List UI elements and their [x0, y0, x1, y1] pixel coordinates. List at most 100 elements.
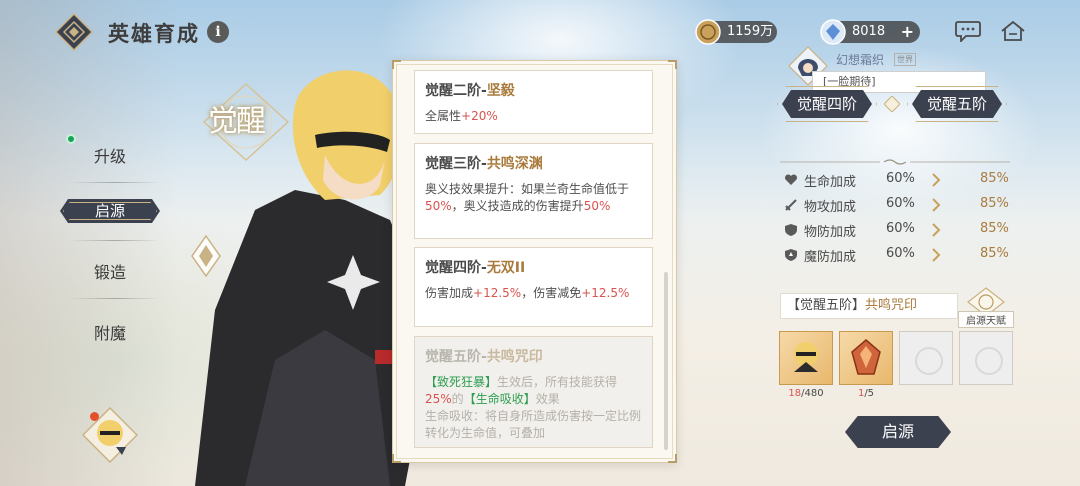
- shield-icon: [785, 224, 797, 236]
- awakening-card: 觉醒四阶-无双II 伤害加成+12.5%，伤害减免+12.5%: [414, 247, 653, 327]
- gold-counter: 1159万: [695, 19, 777, 45]
- stat-current: 60%: [886, 196, 915, 211]
- card-name: 共鸣深渊: [486, 156, 543, 172]
- material-need: /5: [864, 388, 875, 399]
- gold-value: 1159万: [727, 24, 774, 39]
- chat-message[interactable]: [一脸期待]: [812, 71, 986, 93]
- stage-arrow-icon: [884, 96, 900, 112]
- stat-current: 60%: [886, 221, 915, 236]
- rune-header: 【觉醒五阶】共鸣咒印: [780, 293, 958, 319]
- material-count: 18/480: [779, 388, 833, 399]
- stat-current: 60%: [886, 171, 915, 186]
- nav-item-upgrade[interactable]: 升级: [60, 143, 160, 167]
- chat-icon[interactable]: [955, 20, 981, 42]
- awaken-emblem-label: 觉醒: [208, 104, 266, 139]
- card-stage: 觉醒三阶-: [425, 156, 487, 172]
- card-text-segment: ，伤害减免: [521, 286, 582, 300]
- card-text-segment: 生命吸收：将自身所造成伤害按一定比例转化为生命值，可叠加: [425, 409, 642, 440]
- card-text-highlight: +20%: [461, 109, 498, 123]
- heart-icon: [784, 174, 798, 185]
- card-text-highlight: +12.5%: [581, 286, 630, 300]
- stat-next: 85%: [980, 196, 1009, 211]
- panel-corner: [668, 454, 677, 463]
- chevron-right-icon: [932, 223, 941, 237]
- card-title: 觉醒五阶-共鸣咒印: [425, 346, 642, 366]
- nav-divider: [70, 240, 160, 241]
- stats-ornament-divider: [780, 159, 1010, 165]
- back-diamond-icon[interactable]: [55, 13, 93, 51]
- crystal-icon: [851, 339, 881, 375]
- panel-scrollbar[interactable]: [664, 272, 668, 450]
- card-text-highlight: +12.5%: [473, 286, 522, 300]
- chevron-right-icon: [932, 173, 941, 187]
- card-text-highlight: 50%: [583, 199, 611, 213]
- nav-divider: [70, 182, 160, 183]
- awakening-card-locked: 觉醒五阶-共鸣咒印 【致死狂暴】生效后，所有技能获得 25%的【生命吸收】效果 生命…: [414, 336, 653, 448]
- card-title: 觉醒四阶-无双II: [425, 257, 642, 277]
- material-have: 18: [788, 388, 802, 399]
- card-text-highlight: 25%: [425, 392, 452, 406]
- chevron-right-icon: [932, 248, 941, 262]
- card-description: 伤害加成+12.5%，伤害减免+12.5%: [425, 285, 642, 302]
- card-description: 全属性+20%: [425, 108, 642, 125]
- gem-icon: [820, 19, 846, 45]
- rune-name: 共鸣咒印: [865, 298, 918, 313]
- material-count: 1/5: [839, 388, 893, 399]
- stat-name: 生命加成: [804, 175, 857, 190]
- panel-corner: [392, 60, 401, 69]
- card-text-segment: 奥义技效果提升：如果兰奇生命值低于: [425, 182, 630, 196]
- stat-row: 物防加成 60% 85%: [784, 220, 1014, 240]
- stat-name: 物攻加成: [804, 200, 857, 215]
- rune-prefix: 【觉醒五阶】: [787, 298, 866, 313]
- chat-channel-tag: 世界: [894, 53, 916, 66]
- gold-coin-icon: [695, 19, 721, 45]
- card-text-highlight: 50%: [425, 199, 452, 213]
- stat-row: 物攻加成 60% 85%: [784, 195, 1014, 215]
- card-text-segment: 的: [451, 392, 464, 406]
- card-text-segment: ，奥义技造成的伤害提升: [451, 199, 584, 213]
- chat-user-name: 幻想霜织: [836, 53, 885, 67]
- card-text-segment: 效果: [535, 392, 560, 406]
- nav-item-origin[interactable]: 启源: [60, 199, 160, 223]
- awakening-card: 觉醒三阶-共鸣深渊 奥义技效果提升：如果兰奇生命值低于 50%，奥义技造成的伤害提…: [414, 143, 653, 239]
- stage-tab-next[interactable]: 觉醒五阶: [912, 90, 1002, 118]
- material-slot[interactable]: [779, 331, 833, 385]
- card-stage: 觉醒五阶-: [425, 349, 487, 365]
- add-gems-button[interactable]: +: [901, 21, 914, 43]
- card-text-segment: 全属性: [425, 109, 462, 123]
- material-slot[interactable]: [839, 331, 893, 385]
- card-title: 觉醒二阶-坚毅: [425, 80, 642, 100]
- gem-counter: 8018 +: [820, 19, 920, 45]
- info-icon[interactable]: i: [207, 21, 229, 43]
- stat-next: 85%: [980, 221, 1009, 236]
- gem-value: 8018: [852, 24, 886, 39]
- card-name: 坚毅: [486, 83, 515, 99]
- nav-item-enchant[interactable]: 附魔: [60, 320, 160, 344]
- card-name: 共鸣咒印: [486, 349, 543, 365]
- panel-corner: [668, 60, 677, 69]
- stage-tab-current[interactable]: 觉醒四阶: [782, 90, 872, 118]
- card-text-keyword: 【生命吸收】: [463, 392, 536, 406]
- card-text-segment: 生效后，所有技能获得: [497, 375, 618, 389]
- prev-arrow-icon[interactable]: [191, 235, 221, 277]
- card-text-segment: 伤害加成: [425, 286, 474, 300]
- card-description: 奥义技效果提升：如果兰奇生命值低于 50%，奥义技造成的伤害提升50%: [425, 181, 642, 215]
- sword-icon: [785, 199, 797, 211]
- stat-next: 85%: [980, 246, 1009, 261]
- talent-button[interactable]: 启源天赋: [958, 311, 1014, 328]
- avatar-notification-dot: [90, 412, 99, 421]
- awaken-button[interactable]: 启源: [845, 416, 951, 448]
- material-slot-empty[interactable]: [959, 331, 1013, 385]
- nav-item-forge[interactable]: 锻造: [60, 259, 160, 283]
- stat-next: 85%: [980, 171, 1009, 186]
- stat-current: 60%: [886, 246, 915, 261]
- home-icon[interactable]: [1000, 20, 1026, 42]
- card-title: 觉醒三阶-共鸣深渊: [425, 153, 642, 173]
- hero-shard-icon: [794, 342, 818, 372]
- stat-row: 生命加成 60% 85%: [784, 170, 1014, 190]
- material-slot-empty[interactable]: [899, 331, 953, 385]
- material-need: /480: [801, 388, 824, 399]
- chevron-right-icon: [932, 198, 941, 212]
- card-description: 【致死狂暴】生效后，所有技能获得 25%的【生命吸收】效果 生命吸收：将自身所造成伤…: [425, 374, 642, 442]
- card-stage: 觉醒二阶-: [425, 83, 487, 99]
